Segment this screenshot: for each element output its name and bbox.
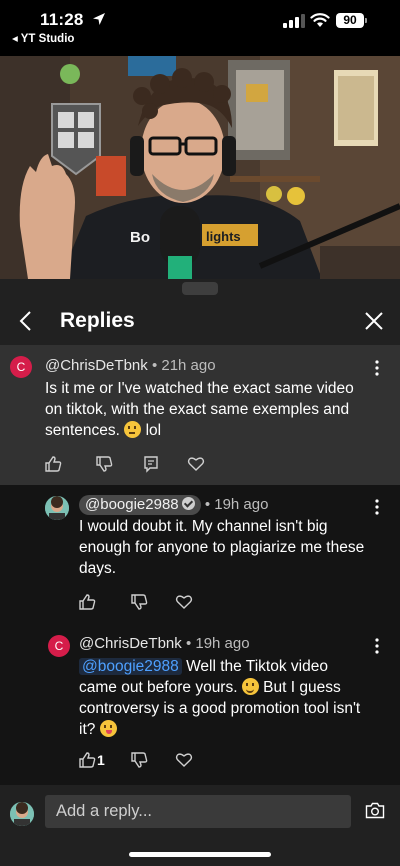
- like-count: 1: [97, 752, 105, 768]
- author-handle[interactable]: @boogie2988: [85, 496, 179, 513]
- thumb-up-icon[interactable]: [78, 593, 96, 611]
- author-handle[interactable]: @ChrisDeTbnk: [79, 635, 182, 652]
- grin-sweat-emoji-icon: [241, 678, 259, 695]
- comment-line: @boogie2988 Well the Tiktok video: [79, 656, 389, 677]
- comment-line-text: sentences.: [45, 422, 120, 439]
- reply-icon[interactable]: [142, 455, 160, 473]
- comment-age: • 19h ago: [204, 496, 269, 513]
- comment-line: it?: [79, 719, 389, 740]
- back-chevron-icon[interactable]: [16, 309, 36, 333]
- signal-icon: [283, 14, 305, 28]
- svg-text:lights: lights: [206, 229, 241, 244]
- thumb-up-icon[interactable]: [44, 455, 62, 473]
- comment-author[interactable]: @ChrisDeTbnk • 19h ago: [79, 635, 250, 652]
- comment-author[interactable]: @boogie2988 • 19h ago: [79, 495, 268, 515]
- wifi-icon: [310, 13, 330, 27]
- reply-input[interactable]: [45, 795, 351, 828]
- comment-line: controversy is a good promotion tool isn…: [79, 700, 361, 717]
- panel-title: Replies: [60, 309, 135, 332]
- tongue-emoji-icon: [99, 720, 117, 737]
- close-icon[interactable]: [364, 311, 384, 331]
- thumb-down-icon[interactable]: [130, 593, 148, 611]
- comment-line-suffix: lol: [141, 422, 162, 439]
- avatar[interactable]: C: [10, 356, 32, 378]
- comment-line: sentences. lol: [45, 420, 385, 441]
- avatar: [10, 802, 34, 826]
- battery-icon: 90: [336, 13, 367, 28]
- comment-line-text: But I guess: [258, 679, 341, 696]
- location-arrow-icon: [93, 13, 105, 25]
- author-handle[interactable]: @ChrisDeTbnk: [45, 357, 148, 374]
- comment-text: Is it me or I've watched the exact same …: [45, 378, 385, 441]
- drag-handle[interactable]: [182, 282, 218, 295]
- more-vert-icon[interactable]: [374, 638, 380, 654]
- status-bar: 11:28 ◂ YT Studio 90: [0, 0, 400, 56]
- thumb-up-icon[interactable]: [78, 751, 96, 769]
- home-indicator[interactable]: [129, 852, 271, 857]
- comment-author[interactable]: @ChrisDeTbnk • 21h ago: [45, 357, 216, 374]
- video-frame: Bo lights: [0, 56, 400, 279]
- comment-line-text: it?: [79, 721, 96, 738]
- comment-line: Is it me or I've watched the exact same …: [45, 380, 354, 397]
- comment-line-text: Well the Tiktok video: [181, 658, 328, 675]
- status-time: 11:28: [40, 10, 84, 29]
- heart-icon[interactable]: [175, 751, 193, 769]
- comment-text: I would doubt it. My channel isn't big e…: [79, 516, 389, 579]
- replies-list: @boogie2988 • 19h ago I would doubt it. …: [0, 485, 400, 785]
- comment-line: on tiktok, with the exact same exemples …: [45, 401, 350, 418]
- author-badge[interactable]: @boogie2988: [79, 495, 201, 515]
- svg-text:Bo: Bo: [130, 229, 150, 246]
- back-to-app-link[interactable]: ◂ YT Studio: [12, 31, 74, 45]
- thinking-emoji-icon: [124, 421, 142, 438]
- more-vert-icon[interactable]: [374, 499, 380, 515]
- comment-line: came out before yours. But I guess: [79, 677, 389, 698]
- video-player[interactable]: Bo lights: [0, 56, 400, 279]
- comment-line: days.: [79, 560, 117, 577]
- verified-check-icon: [181, 497, 195, 510]
- camera-icon[interactable]: [365, 802, 385, 819]
- comment-line: I would doubt it. My channel isn't big: [79, 518, 328, 535]
- more-vert-icon[interactable]: [374, 360, 380, 376]
- heart-icon[interactable]: [187, 455, 205, 473]
- comment-age: • 19h ago: [185, 635, 250, 652]
- comment-line-text: came out before yours.: [79, 679, 238, 696]
- avatar[interactable]: [45, 496, 69, 520]
- heart-icon[interactable]: [175, 593, 193, 611]
- replies-panel: Replies C @ChrisDeTbnk • 21h ago Is it m…: [0, 279, 400, 866]
- comment-age: • 21h ago: [151, 357, 216, 374]
- avatar[interactable]: C: [48, 635, 70, 657]
- comment-line: enough for anyone to plagiarize me these: [79, 539, 365, 556]
- reply-bar: [0, 785, 400, 866]
- mention-link[interactable]: @boogie2988: [79, 658, 182, 675]
- main-comment: C @ChrisDeTbnk • 21h ago Is it me or I'v…: [0, 345, 400, 485]
- comment-text: @boogie2988 Well the Tiktok video came o…: [79, 656, 389, 740]
- thumb-down-icon[interactable]: [130, 751, 148, 769]
- thumb-down-icon[interactable]: [95, 455, 113, 473]
